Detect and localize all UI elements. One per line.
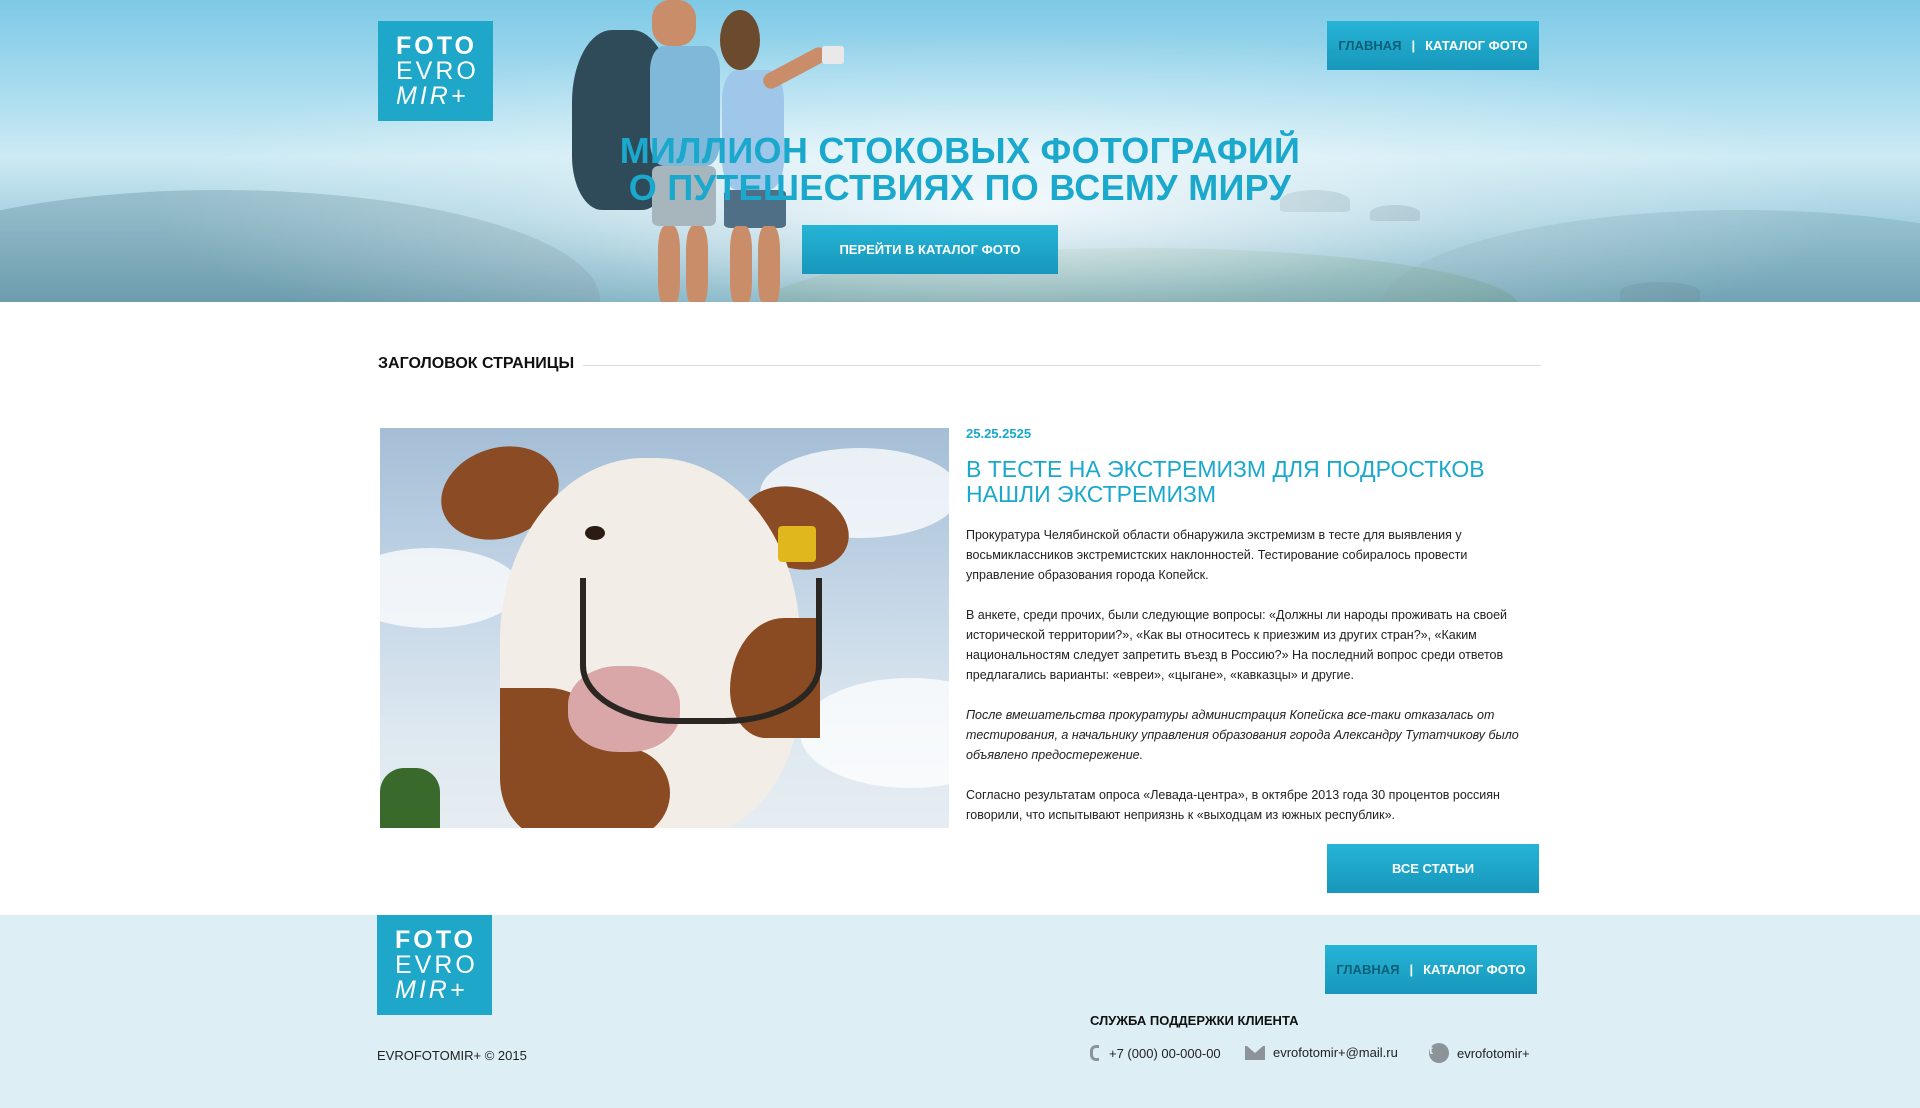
contact-email[interactable]: evrofotomir+@mail.ru bbox=[1245, 1045, 1398, 1060]
article-title[interactable]: В ТЕСТЕ НА ЭКСТРЕМИЗМ ДЛЯ ПОДРОСТКОВ НАШ… bbox=[966, 457, 1526, 507]
footer-nav-catalog-link[interactable]: КАТАЛОГ ФОТО bbox=[1423, 962, 1526, 977]
article-paragraph: Согласно результатам опроса «Левада-цент… bbox=[966, 788, 1500, 822]
article-title-line: В ТЕСТЕ НА ЭКСТРЕМИЗМ ДЛЯ ПОДРОСТКОВ bbox=[966, 456, 1485, 482]
article-date: 25.25.2525 bbox=[966, 426, 1032, 441]
cow-halter bbox=[580, 578, 822, 724]
footer-logo[interactable]: FOTO EVRO MIR+ bbox=[377, 915, 492, 1015]
mail-icon bbox=[1245, 1045, 1265, 1060]
sky-cloud bbox=[380, 548, 520, 628]
logo-text: EVRO bbox=[395, 950, 478, 979]
nav-separator: | bbox=[1409, 962, 1414, 977]
all-articles-button[interactable]: ВСЕ СТАТЬИ bbox=[1327, 844, 1539, 893]
site-logo[interactable]: FOTO EVRO MIR+ bbox=[378, 21, 493, 121]
contact-phone[interactable]: +7 (000) 00-000-00 bbox=[1090, 1045, 1221, 1061]
go-to-catalog-button[interactable]: ПЕРЕЙТИ В КАТАЛОГ ФОТО bbox=[802, 225, 1058, 274]
nav-home-link[interactable]: ГЛАВНАЯ bbox=[1338, 38, 1401, 53]
footer: FOTO EVRO MIR+ ГЛАВНАЯ | КАТАЛОГ ФОТО EV… bbox=[0, 915, 1920, 1108]
twitter-icon: t bbox=[1429, 1043, 1449, 1063]
copyright: EVROFOTOMIR+ © 2015 bbox=[377, 1048, 527, 1063]
logo-text: MIR+ bbox=[395, 975, 468, 1004]
phone-number: +7 (000) 00-000-00 bbox=[1109, 1045, 1221, 1061]
hero-title-line: МИЛЛИОН СТОКОВЫХ ФОТОГРАФИЙ bbox=[619, 130, 1301, 171]
logo-text: FOTO bbox=[396, 31, 477, 60]
article-paragraph: Прокуратура Челябинской области обнаружи… bbox=[966, 528, 1468, 582]
article-paragraph: После вмешательства прокуратуры админист… bbox=[966, 708, 1519, 762]
nav-separator: | bbox=[1411, 38, 1416, 53]
twitter-handle: evrofotomir+ bbox=[1457, 1045, 1530, 1061]
contact-twitter[interactable]: t evrofotomir+ bbox=[1429, 1043, 1530, 1063]
article-body: Прокуратура Челябинской области обнаружи… bbox=[966, 525, 1536, 845]
logo-text: MIR+ bbox=[396, 81, 469, 110]
page-title: ЗАГОЛОВОК СТРАНИЦЫ bbox=[378, 355, 575, 372]
article-title-line: НАШЛИ ЭКСТРЕМИЗМ bbox=[966, 481, 1217, 507]
bush bbox=[380, 768, 440, 828]
support-title: СЛУЖБА ПОДДЕРЖКИ КЛИЕНТА bbox=[1090, 1013, 1299, 1028]
cow-eye bbox=[585, 526, 605, 540]
logo-text: EVRO bbox=[396, 56, 479, 85]
footer-nav: ГЛАВНАЯ | КАТАЛОГ ФОТО bbox=[1325, 945, 1537, 994]
hero-title-line: О ПУТЕШЕСТВИЯХ ПО ВСЕМУ МИРУ bbox=[628, 167, 1292, 208]
main-nav: ГЛАВНАЯ | КАТАЛОГ ФОТО bbox=[1327, 21, 1539, 70]
nav-catalog-link[interactable]: КАТАЛОГ ФОТО bbox=[1425, 38, 1528, 53]
email-address: evrofotomir+@mail.ru bbox=[1273, 1045, 1398, 1060]
hero-title: МИЛЛИОН СТОКОВЫХ ФОТОГРАФИЙ О ПУТЕШЕСТВИ… bbox=[560, 132, 1360, 206]
logo-text: FOTO bbox=[395, 925, 476, 954]
article-image[interactable] bbox=[380, 428, 949, 828]
phone-icon bbox=[1090, 1045, 1101, 1061]
ear-tag bbox=[778, 526, 816, 562]
article-paragraph: В анкете, среди прочих, были следующие в… bbox=[966, 608, 1508, 682]
heading-divider bbox=[583, 365, 1541, 366]
sky-cloud bbox=[800, 678, 949, 788]
footer-nav-home-link[interactable]: ГЛАВНАЯ bbox=[1336, 962, 1399, 977]
